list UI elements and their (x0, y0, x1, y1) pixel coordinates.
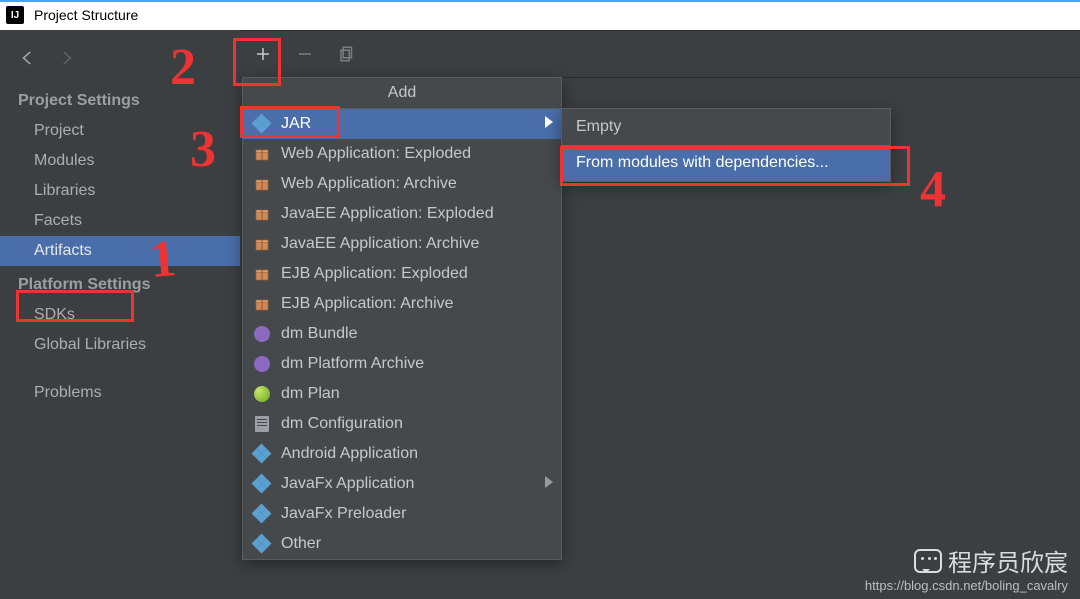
sidebar-item-facets[interactable]: Facets (0, 206, 240, 236)
bundle-icon (253, 355, 271, 373)
dropdown-item-other[interactable]: Other (243, 529, 561, 559)
dropdown-item-label: Web Application: Exploded (281, 145, 471, 163)
dropdown-item-javaee-application-exploded[interactable]: JavaEE Application: Exploded (243, 199, 561, 229)
dropdown-item-label: EJB Application: Archive (281, 295, 454, 313)
sidebar-item-global-libraries[interactable]: Global Libraries (0, 330, 240, 360)
sidebar-item-sdks[interactable]: SDKs (0, 300, 240, 330)
back-icon[interactable] (18, 48, 38, 68)
dropdown-item-web-application-exploded[interactable]: Web Application: Exploded (243, 139, 561, 169)
sidebar-item-libraries[interactable]: Libraries (0, 176, 240, 206)
doc-icon (253, 415, 271, 433)
diamond-grid-icon (253, 535, 271, 553)
chevron-right-icon (545, 475, 553, 493)
section-project-settings: Project Settings (0, 82, 240, 116)
artifacts-toolbar (240, 30, 1080, 78)
bundle-icon (253, 325, 271, 343)
dropdown-item-label: Android Application (281, 445, 418, 463)
dropdown-item-label: JavaEE Application: Archive (281, 235, 479, 253)
gift-icon (253, 175, 271, 193)
dropdown-item-label: EJB Application: Exploded (281, 265, 468, 283)
section-platform-settings: Platform Settings (0, 266, 240, 300)
gift-icon (253, 205, 271, 223)
dropdown-item-label: JavaFx Application (281, 475, 414, 493)
sidebar: Project Settings Project Modules Librari… (0, 30, 240, 599)
submenu-item-from-modules-with-dependencies-[interactable]: From modules with dependencies... (562, 145, 890, 181)
dropdown-title: Add (243, 78, 561, 109)
add-button[interactable] (252, 43, 274, 65)
dropdown-item-label: JavaEE Application: Exploded (281, 205, 494, 223)
dropdown-item-ejb-application-archive[interactable]: EJB Application: Archive (243, 289, 561, 319)
dropdown-item-javafx-preloader[interactable]: JavaFx Preloader (243, 499, 561, 529)
app-icon: IJ (6, 6, 24, 24)
forward-icon[interactable] (56, 48, 76, 68)
diamond-grid-icon (253, 505, 271, 523)
dropdown-item-ejb-application-exploded[interactable]: EJB Application: Exploded (243, 259, 561, 289)
dropdown-item-dm-platform-archive[interactable]: dm Platform Archive (243, 349, 561, 379)
add-dropdown: Add JAR Web Application: Exploded Web Appl… (242, 77, 562, 560)
dropdown-item-label: Web Application: Archive (281, 175, 457, 193)
gift-icon (253, 295, 271, 313)
dropdown-item-label: dm Platform Archive (281, 355, 424, 373)
dropdown-item-jar[interactable]: JAR (243, 109, 561, 139)
dropdown-item-dm-plan[interactable]: dm Plan (243, 379, 561, 409)
dropdown-item-dm-bundle[interactable]: dm Bundle (243, 319, 561, 349)
gift-icon (253, 145, 271, 163)
gift-icon (253, 235, 271, 253)
dropdown-item-label: JAR (281, 115, 311, 133)
diamond-grid-icon (253, 445, 271, 463)
dropdown-item-label: Other (281, 535, 321, 553)
dropdown-item-android-application[interactable]: Android Application (243, 439, 561, 469)
sidebar-item-artifacts[interactable]: Artifacts (0, 236, 240, 266)
dropdown-item-label: dm Configuration (281, 415, 403, 433)
diamond-grid-icon (253, 115, 271, 133)
dropdown-item-javafx-application[interactable]: JavaFx Application (243, 469, 561, 499)
dropdown-item-label: dm Bundle (281, 325, 358, 343)
remove-button[interactable] (294, 43, 316, 65)
sidebar-item-modules[interactable]: Modules (0, 146, 240, 176)
copy-button[interactable] (336, 43, 358, 65)
dropdown-item-web-application-archive[interactable]: Web Application: Archive (243, 169, 561, 199)
diamond-grid-icon (253, 475, 271, 493)
gift-icon (253, 265, 271, 283)
sidebar-item-problems[interactable]: Problems (0, 378, 240, 408)
globe-icon (253, 385, 271, 403)
window-title: Project Structure (34, 7, 138, 23)
chevron-right-icon (545, 115, 553, 133)
dropdown-item-label: dm Plan (281, 385, 340, 403)
dropdown-item-javaee-application-archive[interactable]: JavaEE Application: Archive (243, 229, 561, 259)
titlebar: IJ Project Structure (0, 0, 1080, 30)
dropdown-item-label: JavaFx Preloader (281, 505, 406, 523)
submenu-item-empty[interactable]: Empty (562, 109, 890, 145)
dropdown-item-dm-configuration[interactable]: dm Configuration (243, 409, 561, 439)
sidebar-item-project[interactable]: Project (0, 116, 240, 146)
jar-submenu: EmptyFrom modules with dependencies... (561, 108, 891, 182)
